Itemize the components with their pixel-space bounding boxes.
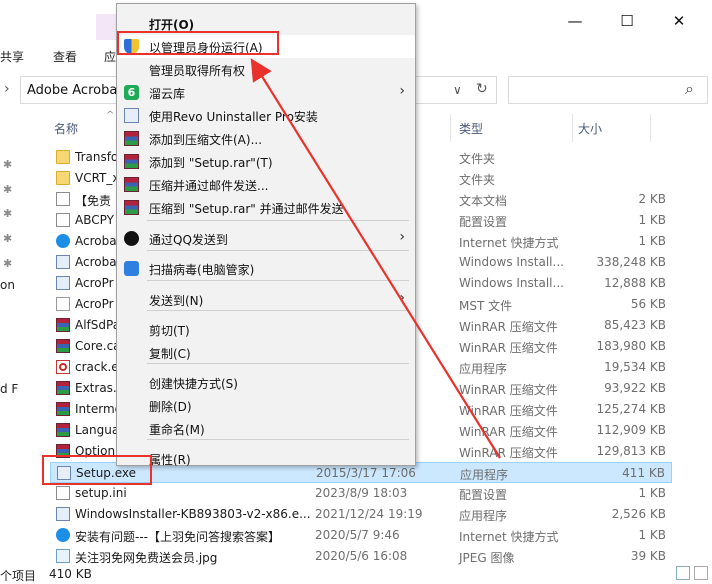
annotation-arrow [250, 58, 501, 459]
arrow-line [250, 58, 501, 459]
